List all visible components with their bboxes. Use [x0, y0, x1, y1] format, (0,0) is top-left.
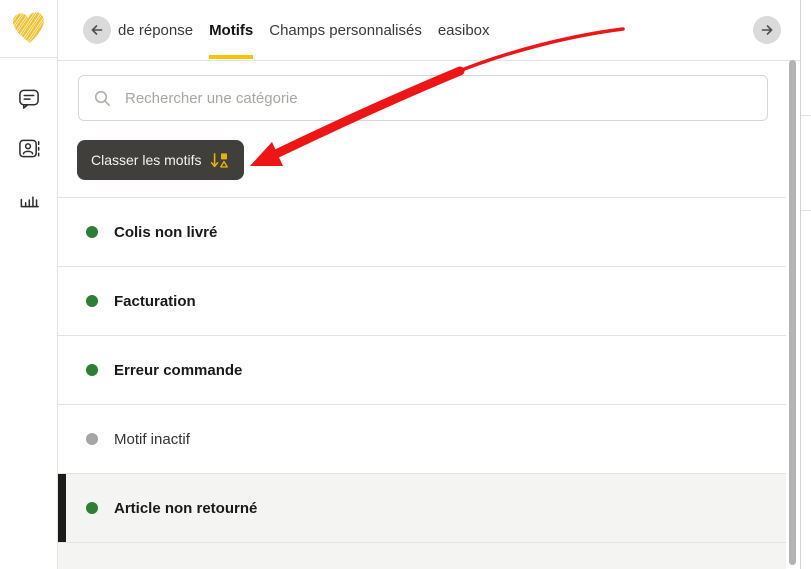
- edge-line: [801, 115, 811, 116]
- category-row[interactable]: Erreur commande: [58, 336, 786, 405]
- arrow-left-icon: [91, 25, 103, 35]
- bar-chart-icon: [20, 196, 39, 208]
- sidebar-item-conversations[interactable]: [18, 88, 40, 110]
- tab-champs-personnalis-s[interactable]: Champs personnalisés: [269, 0, 422, 60]
- status-dot: [86, 295, 98, 307]
- sidebar-nav: [0, 58, 57, 210]
- status-dot: [86, 433, 98, 445]
- category-label: Motif inactif: [114, 430, 190, 448]
- category-list: Colis non livré Facturation Erreur comma…: [58, 197, 786, 569]
- header-tabs: de réponse Motifs Champs personnalisés easi…: [118, 0, 490, 60]
- category-row[interactable]: Motif inactif: [58, 405, 786, 474]
- category-row[interactable]: Colis non livré: [58, 198, 786, 267]
- sidebar: [0, 0, 58, 569]
- category-label: Facturation: [114, 292, 196, 310]
- scrollbar-thumb[interactable]: [789, 60, 796, 565]
- forward-button[interactable]: [753, 16, 781, 44]
- scribble-heart-icon: [12, 11, 44, 43]
- tab-de-r-ponse[interactable]: de réponse: [118, 0, 193, 60]
- list-item-partial: [58, 543, 786, 569]
- sort-button[interactable]: Classer les motifs: [77, 140, 245, 180]
- category-label: Article non retourné: [114, 499, 258, 517]
- tab-easibox[interactable]: easibox: [438, 0, 490, 60]
- app-window: de réponse Motifs Champs personnalisés easi…: [0, 0, 811, 569]
- category-row[interactable]: Facturation: [58, 267, 786, 336]
- edge-line: [801, 210, 811, 211]
- category-label: Colis non livré: [114, 223, 218, 241]
- search-box[interactable]: [78, 75, 768, 121]
- logo[interactable]: [0, 0, 57, 58]
- sort-shapes-descending-icon: [211, 152, 229, 168]
- chat-bubble-icon: [18, 89, 39, 109]
- back-button[interactable]: [83, 16, 111, 44]
- arrow-right-icon: [761, 25, 773, 35]
- contact-card-icon: [18, 139, 39, 158]
- category-row[interactable]: Article non retourné: [58, 474, 786, 543]
- window-edge-divider: [800, 0, 801, 569]
- category-label: Erreur commande: [114, 361, 243, 379]
- tab-motifs[interactable]: Motifs: [209, 0, 254, 60]
- sort-button-label: Classer les motifs: [91, 152, 202, 168]
- header: de réponse Motifs Champs personnalisés easi…: [58, 0, 800, 61]
- status-dot: [86, 226, 98, 238]
- sidebar-item-contacts[interactable]: [18, 138, 40, 160]
- sidebar-item-statistics[interactable]: [18, 188, 40, 210]
- magnifier-icon: [94, 90, 111, 106]
- status-dot: [86, 364, 98, 376]
- search-input[interactable]: [123, 88, 755, 108]
- status-dot: [86, 502, 98, 514]
